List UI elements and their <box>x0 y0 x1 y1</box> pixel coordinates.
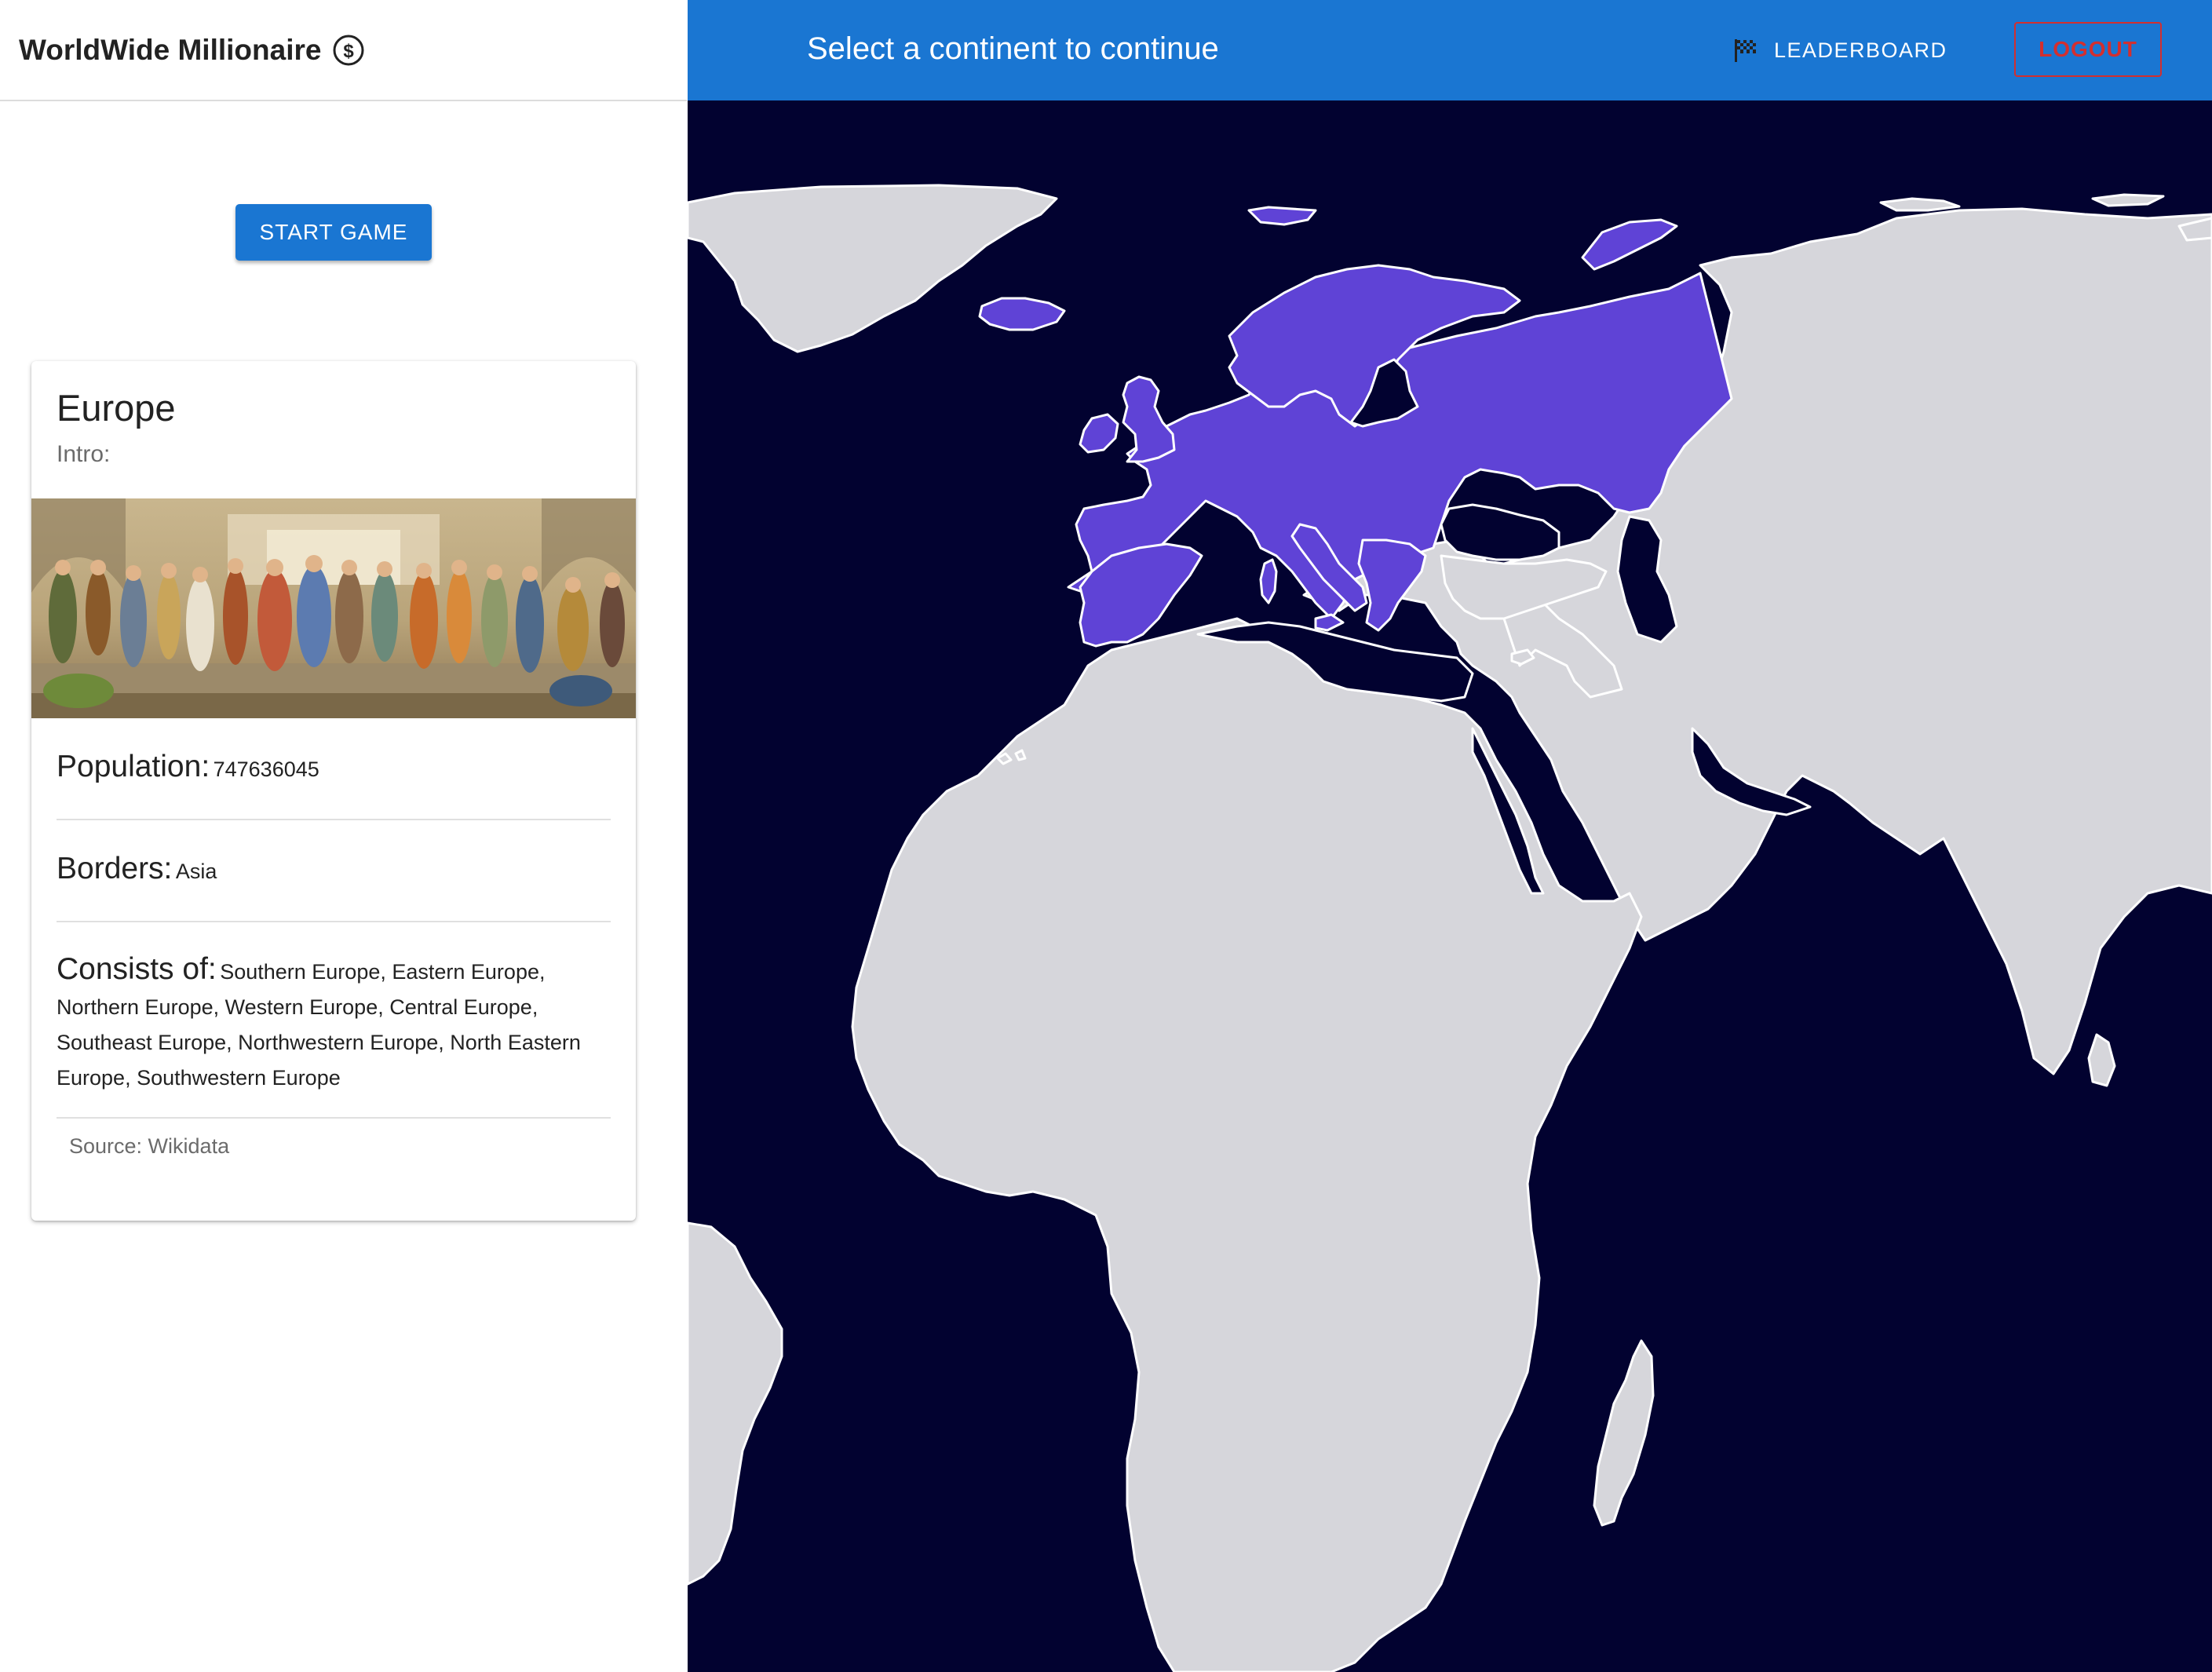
borders-row: Borders: Asia <box>57 852 611 886</box>
africa-land[interactable] <box>851 617 1643 1672</box>
checkered-flag-icon <box>1735 39 1756 62</box>
borders-value: Asia <box>175 860 217 883</box>
left-panel: WorldWide Millionaire $ START GAME Europ… <box>0 0 687 1672</box>
continent-title: Europe <box>57 387 176 429</box>
divider <box>57 921 611 922</box>
divider <box>57 819 611 820</box>
logout-button[interactable]: LOGOUT <box>2014 22 2162 77</box>
app-title: WorldWide Millionaire <box>19 33 322 66</box>
leaderboard-button[interactable]: LEADERBOARD <box>1732 30 1947 71</box>
iceland[interactable] <box>978 297 1066 331</box>
top-bar-title: Select a continent to continue <box>807 31 1219 66</box>
svalbard[interactable] <box>1247 206 1317 226</box>
black-sea <box>1440 503 1560 561</box>
divider <box>57 1117 611 1119</box>
corsica-sardinia[interactable] <box>1259 558 1278 604</box>
dollar-circle-icon: $ <box>333 35 364 65</box>
population-row: Population: 747636045 <box>57 750 611 784</box>
continent-info-card: Europe Intro: Population: 747636045 Bord… <box>31 361 636 1221</box>
top-app-bar: Select a continent to continue LEADERBOA… <box>688 0 2212 100</box>
novaya-zemlya[interactable] <box>1581 218 1678 271</box>
great-britain[interactable] <box>1122 375 1176 463</box>
start-game-button[interactable]: START GAME <box>235 204 432 261</box>
svg-text:$: $ <box>344 41 355 62</box>
madagascar[interactable] <box>1593 1339 1655 1527</box>
sri-lanka[interactable] <box>2087 1033 2116 1087</box>
north-america-coast[interactable] <box>688 1221 783 1586</box>
leaderboard-label: LEADERBOARD <box>1774 38 1947 62</box>
source-text: Source: Wikidata <box>69 1134 230 1158</box>
consists-of-row: Consists of: Southern Europe, Eastern Eu… <box>57 954 611 1097</box>
app-header: WorldWide Millionaire $ <box>0 0 687 101</box>
population-label: Population: <box>57 750 210 783</box>
world-map-svg[interactable] <box>688 100 2212 1672</box>
intro-label: Intro: <box>57 441 111 467</box>
ireland[interactable] <box>1079 413 1119 454</box>
consists-of-label: Consists of: <box>57 952 217 986</box>
sicily[interactable] <box>1314 613 1345 632</box>
population-value: 747636045 <box>213 758 319 781</box>
borders-label: Borders: <box>57 852 173 885</box>
continent-painting-image <box>31 498 636 718</box>
world-map[interactable] <box>688 100 2212 1672</box>
